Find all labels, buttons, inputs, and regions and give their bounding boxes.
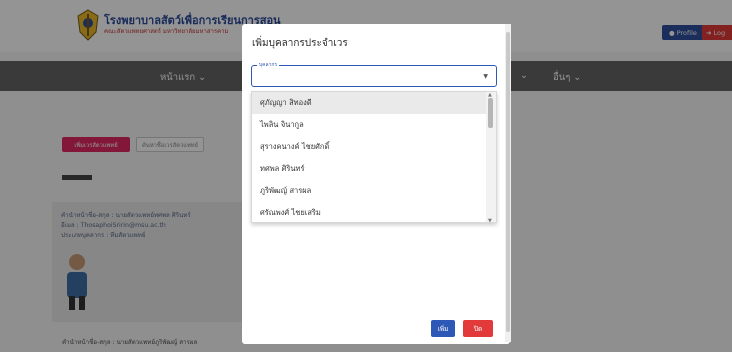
dropdown-option[interactable]: ภูริพัฒญ์ สารผล bbox=[252, 180, 486, 202]
dropdown-option[interactable]: ไพลิน จินากูล bbox=[252, 114, 486, 136]
scroll-down-icon[interactable]: ▼ bbox=[488, 218, 492, 222]
dropdown-option[interactable]: ทศพล ศิรินทร์ bbox=[252, 158, 486, 180]
dropdown-scroll-thumb[interactable] bbox=[488, 98, 493, 128]
staff-select-label: บุคลากร bbox=[257, 61, 280, 69]
dropdown-option[interactable]: ศรัณพงศ์ ไชยเสริม bbox=[252, 202, 486, 222]
close-button[interactable]: ปิด bbox=[463, 320, 493, 337]
chevron-down-icon: ▼ bbox=[483, 73, 488, 80]
modal-title: เพิ่มบุคลากรประจำเวร bbox=[252, 38, 348, 49]
add-button[interactable]: เพิ่ม bbox=[431, 320, 455, 337]
modal-scrollbar[interactable] bbox=[505, 24, 511, 342]
add-staff-modal: เพิ่มบุคลากรประจำเวร บุคลากร ▼ ศุภัญญา ส… bbox=[242, 24, 510, 344]
staff-dropdown-list: ศุภัญญา สิทองดี ไพลิน จินากูล สุรางคนางค… bbox=[251, 91, 497, 223]
dropdown-scrollbar[interactable]: ▲ ▼ bbox=[486, 92, 496, 222]
dropdown-option[interactable]: สุรางคนางค์ ไชยศักดิ์ bbox=[252, 136, 486, 158]
dropdown-option[interactable]: ศุภัญญา สิทองดี bbox=[252, 92, 486, 114]
staff-select[interactable]: บุคลากร ▼ bbox=[251, 61, 497, 87]
modal-scroll-thumb[interactable] bbox=[506, 32, 510, 332]
